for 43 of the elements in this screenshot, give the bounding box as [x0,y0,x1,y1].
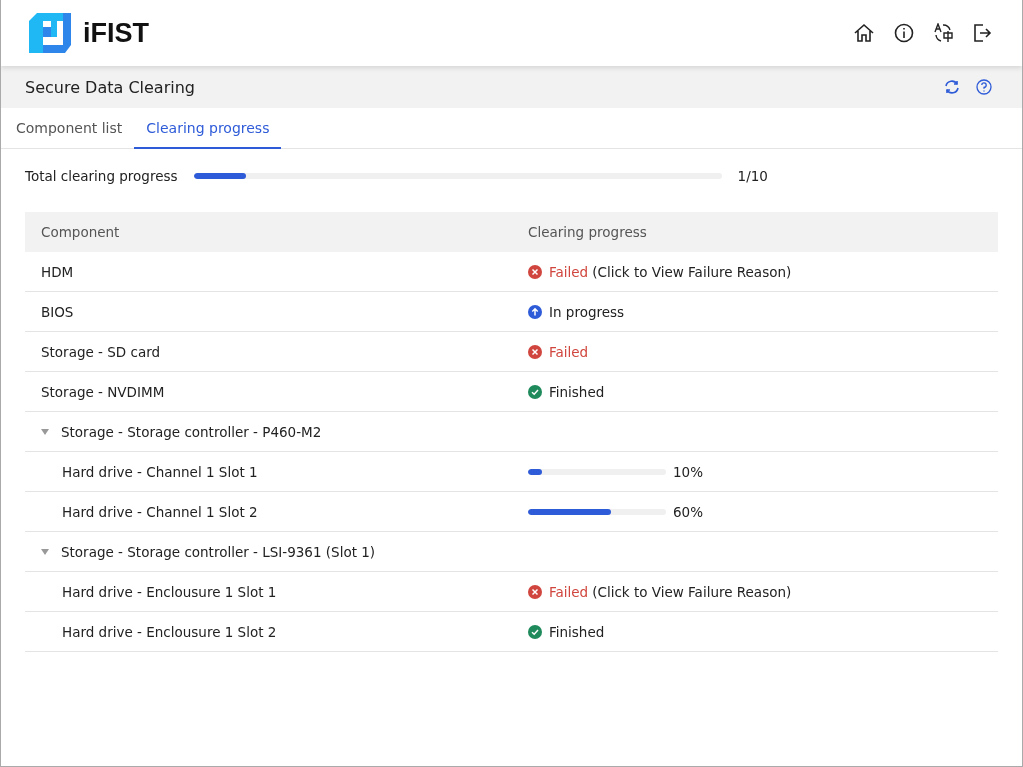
logout-icon[interactable] [972,23,992,43]
error-icon [528,264,542,279]
progress-reading: 1/10 [737,168,768,184]
component-name: Hard drive - Channel 1 Slot 2 [61,503,258,520]
info-icon[interactable] [894,23,914,43]
tab[interactable]: Clearing progress [134,108,282,149]
caret-icon[interactable] [41,428,49,435]
component-name: Hard drive - Channel 1 Slot 1 [61,463,258,480]
component-name: Storage - Storage controller - P460-M2 [61,423,322,440]
failure-reason-link[interactable]: (Click to View Failure Reason) [592,263,792,280]
component-name: Storage - SD card [41,343,161,360]
page-title: Secure Data Clearing [25,77,195,97]
status-text: Failed [549,343,589,360]
logo-text: iFIST [83,17,149,49]
status-text: Failed [549,583,589,600]
up-arrow-icon [528,304,542,319]
component-name: Hard drive - Enclousure 1 Slot 1 [61,583,277,600]
column-header: Component [40,224,121,240]
check-icon [528,384,542,399]
tab[interactable]: Component list [4,108,135,149]
home-icon[interactable] [853,23,875,43]
caret-icon[interactable] [41,548,49,555]
column-header: Clearing progress [528,224,648,240]
status-text: Finished [549,623,605,640]
error-icon [528,584,542,599]
component-name: Hard drive - Enclousure 1 Slot 2 [61,623,277,640]
refresh-icon[interactable] [944,79,960,95]
logo-icon [29,13,71,53]
help-icon[interactable] [976,79,992,95]
check-icon [528,624,542,639]
component-name: BIOS [41,303,74,320]
status-text: In progress [549,303,625,320]
component-name: Storage - Storage controller - LSI-9361 (Slot 1) [61,543,376,560]
language-icon[interactable] [933,23,953,43]
progress-reading: 10% [673,463,703,480]
failure-reason-link[interactable]: (Click to View Failure Reason) [592,583,792,600]
component-name: HDM [41,263,74,280]
error-icon [528,344,542,359]
status-text: Finished [549,383,605,400]
component-name: Storage - NVDIMM [41,383,165,400]
status-text: Failed [549,263,589,280]
progress-reading: 60% [673,503,703,520]
progress-label: Total clearing progress [25,168,178,184]
